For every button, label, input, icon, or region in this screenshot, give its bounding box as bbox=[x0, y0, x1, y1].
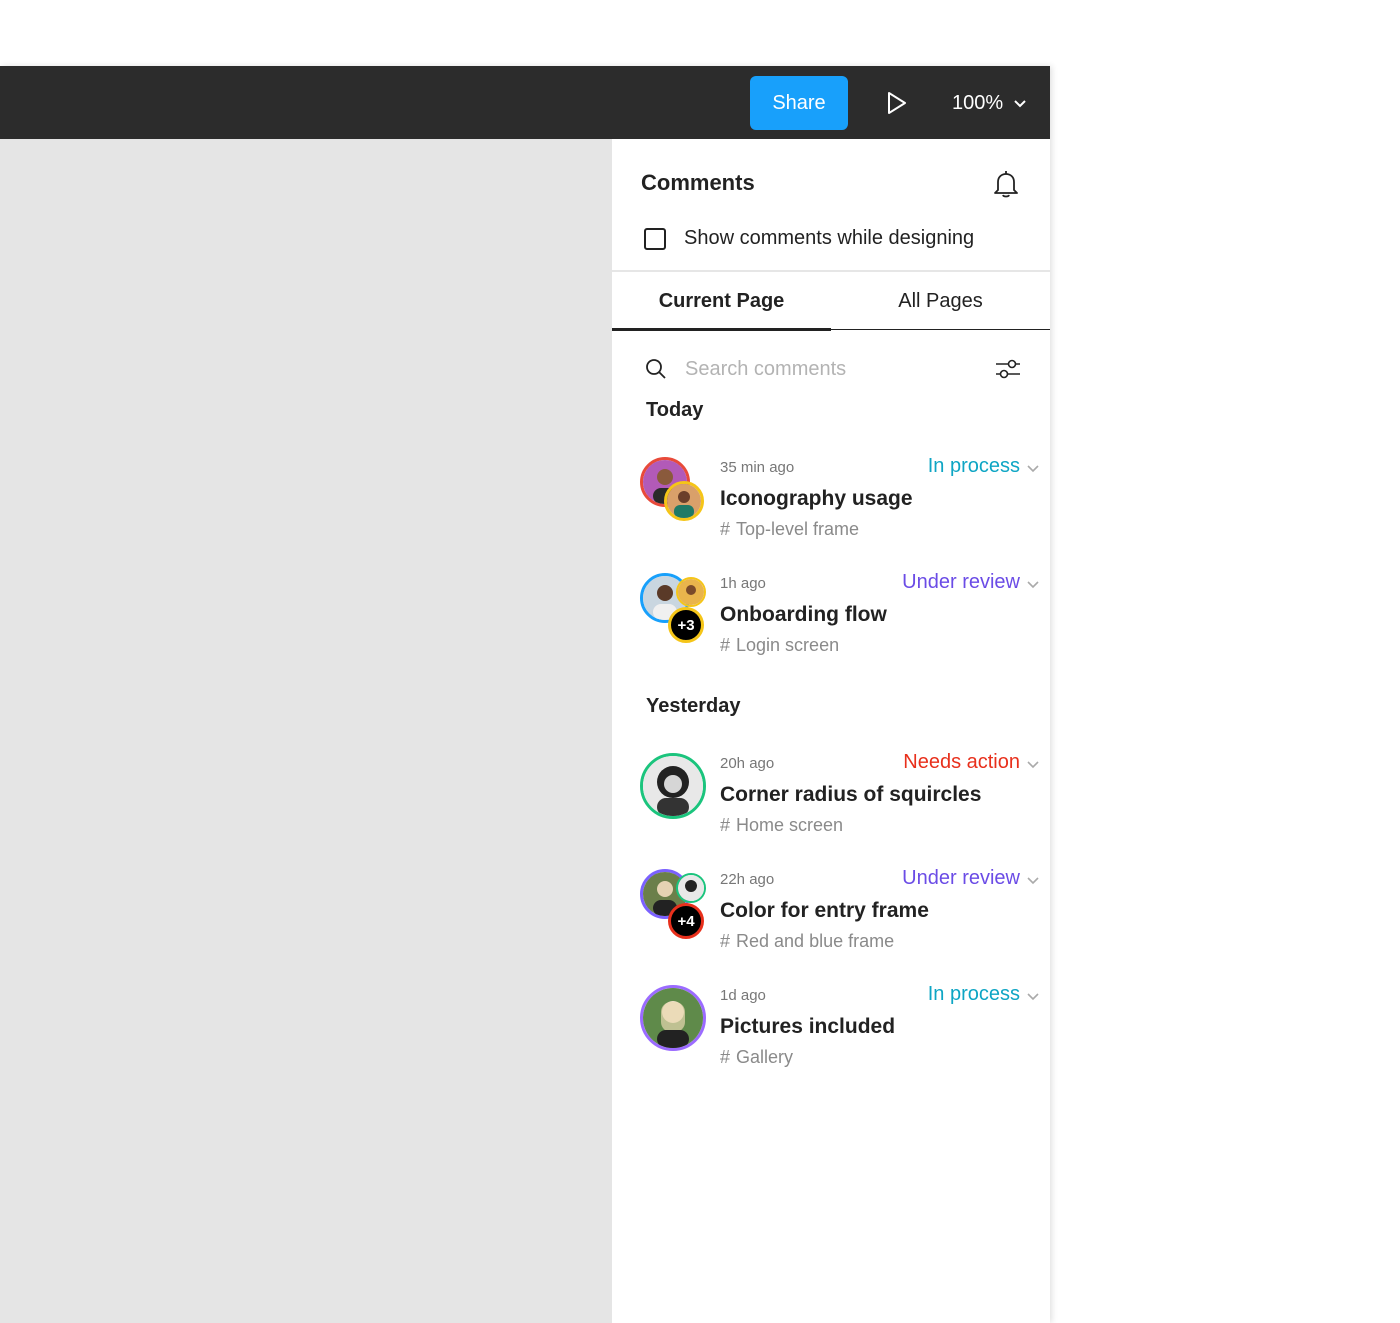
app-window: Share 100% Comments Show comments while … bbox=[0, 66, 1050, 1323]
zoom-dropdown[interactable]: 100% bbox=[952, 86, 1027, 120]
chevron-down-icon[interactable] bbox=[1026, 873, 1040, 887]
avatar-group: +3 bbox=[640, 573, 706, 643]
comment-frame: # Home screen bbox=[720, 815, 843, 836]
avatar bbox=[676, 577, 706, 607]
top-toolbar: Share 100% bbox=[0, 66, 1050, 139]
frame-name: Login screen bbox=[736, 635, 840, 655]
hash-icon: # bbox=[720, 519, 731, 539]
avatar-group bbox=[640, 985, 706, 1051]
hash-icon: # bbox=[720, 1047, 731, 1067]
notifications-button[interactable] bbox=[992, 169, 1020, 199]
show-comments-toggle[interactable]: Show comments while designing bbox=[644, 227, 974, 250]
search-bar bbox=[644, 351, 1022, 387]
comment-time: 35 min ago bbox=[720, 459, 795, 476]
hash-icon: # bbox=[720, 635, 731, 655]
tab-current-page[interactable]: Current Page bbox=[612, 272, 831, 331]
avatar bbox=[640, 753, 706, 819]
avatar bbox=[664, 481, 704, 521]
tab-all-pages[interactable]: All Pages bbox=[831, 272, 1050, 330]
comment-item[interactable]: +3 1h ago Under review Onboarding flow #… bbox=[640, 565, 1040, 665]
chevron-down-icon[interactable] bbox=[1026, 757, 1040, 771]
avatar-group: +4 bbox=[640, 869, 706, 939]
avatar bbox=[640, 985, 706, 1051]
avatar bbox=[676, 873, 706, 903]
chevron-down-icon bbox=[1014, 100, 1026, 108]
chevron-down-icon[interactable] bbox=[1026, 989, 1040, 1003]
comment-title: Iconography usage bbox=[720, 487, 913, 510]
design-canvas[interactable] bbox=[0, 139, 612, 1323]
comment-title: Onboarding flow bbox=[720, 603, 887, 626]
comment-item[interactable]: +4 22h ago Under review Color for entry … bbox=[640, 861, 1040, 961]
comment-time: 1d ago bbox=[720, 987, 766, 1004]
zoom-level: 100% bbox=[952, 91, 1004, 114]
comment-item[interactable]: 35 min ago In process Iconography usage … bbox=[640, 449, 1040, 549]
status-badge[interactable]: Needs action bbox=[903, 751, 1020, 774]
section-label-yesterday: Yesterday bbox=[646, 695, 741, 717]
chevron-down-icon[interactable] bbox=[1026, 461, 1040, 475]
avatar-group bbox=[640, 457, 706, 523]
show-comments-checkbox[interactable] bbox=[644, 227, 666, 250]
comment-item[interactable]: 20h ago Needs action Corner radius of sq… bbox=[640, 745, 1040, 845]
filter-icon[interactable] bbox=[994, 355, 1022, 383]
panel-title: Comments bbox=[641, 170, 755, 195]
search-icon bbox=[646, 359, 666, 379]
comment-time: 20h ago bbox=[720, 755, 775, 772]
comment-title: Corner radius of squircles bbox=[720, 783, 982, 806]
extra-participants-badge: +4 bbox=[668, 903, 704, 939]
comments-panel: Comments Show comments while designing C… bbox=[612, 139, 1050, 1323]
status-badge[interactable]: In process bbox=[928, 983, 1020, 1006]
hash-icon: # bbox=[720, 815, 731, 835]
comment-item[interactable]: 1d ago In process Pictures included # Ga… bbox=[640, 977, 1040, 1077]
status-badge[interactable]: Under review bbox=[902, 867, 1020, 890]
show-comments-label: Show comments while designing bbox=[684, 227, 975, 249]
extra-participants-badge: +3 bbox=[668, 607, 704, 643]
frame-name: Red and blue frame bbox=[736, 931, 895, 951]
play-icon bbox=[888, 92, 906, 114]
status-badge[interactable]: Under review bbox=[902, 571, 1020, 594]
bell-icon bbox=[994, 171, 1018, 198]
comment-tabs: Current Page All Pages bbox=[612, 272, 1050, 331]
frame-name: Gallery bbox=[736, 1047, 794, 1067]
avatar-group bbox=[640, 753, 706, 819]
status-badge[interactable]: In process bbox=[928, 455, 1020, 478]
hash-icon: # bbox=[720, 931, 731, 951]
comment-title: Pictures included bbox=[720, 1015, 896, 1038]
comment-time: 1h ago bbox=[720, 575, 766, 592]
comment-frame: # Red and blue frame bbox=[720, 931, 894, 952]
comment-title: Color for entry frame bbox=[720, 899, 929, 922]
comment-frame: # Login screen bbox=[720, 635, 839, 656]
share-button[interactable]: Share bbox=[750, 76, 848, 130]
frame-name: Home screen bbox=[736, 815, 844, 835]
section-label-today: Today bbox=[646, 399, 704, 421]
comment-time: 22h ago bbox=[720, 871, 775, 888]
comment-frame: # Top-level frame bbox=[720, 519, 859, 540]
present-button[interactable] bbox=[880, 86, 914, 120]
frame-name: Top-level frame bbox=[736, 519, 860, 539]
search-input[interactable] bbox=[685, 357, 975, 381]
chevron-down-icon[interactable] bbox=[1026, 577, 1040, 591]
comment-frame: # Gallery bbox=[720, 1047, 793, 1068]
